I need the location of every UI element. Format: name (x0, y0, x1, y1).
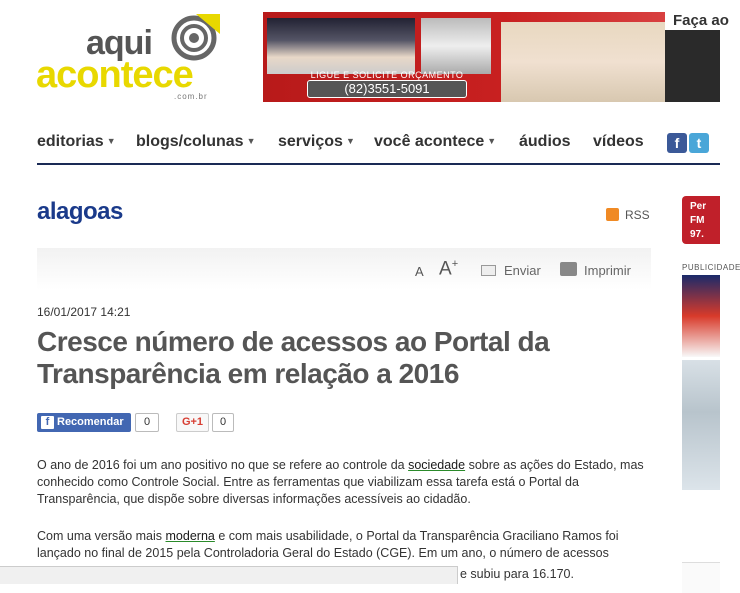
nav-label: serviços (278, 133, 343, 150)
site-logo[interactable]: aqui acontece .com.br (36, 12, 226, 102)
banner-tagline: LIGUE E SOLICITE ORÇAMENTO (310, 70, 464, 80)
nav-label: áudios (519, 133, 571, 150)
google-plus-button[interactable]: G+1 (176, 413, 209, 432)
nav-item-editorias[interactable]: editorias ▼ (37, 133, 116, 151)
increase-font-button[interactable]: A+ (439, 258, 458, 280)
envelope-icon[interactable] (481, 265, 496, 276)
sidebar-ad-photo[interactable] (682, 360, 720, 490)
rss-link[interactable]: RSS (606, 208, 650, 222)
sociedade-link[interactable]: sociedade (408, 458, 465, 472)
facebook-count: 0 (135, 413, 159, 432)
increase-font-plus: + (451, 258, 459, 270)
main-nav: editorias ▼ blogs/colunas ▼ serviços ▼ você… (37, 127, 720, 165)
ad-banner-right[interactable] (665, 30, 720, 102)
logo-domain: .com.br (174, 92, 208, 101)
nav-label: vídeos (593, 133, 644, 150)
nav-label: editorias (37, 133, 104, 150)
horizontal-scrollbar[interactable] (0, 566, 458, 584)
chevron-down-icon: ▼ (345, 136, 355, 146)
twitter-icon[interactable]: t (689, 133, 709, 153)
recommend-label: Recomendar (57, 416, 124, 428)
chevron-down-icon: ▼ (487, 136, 497, 146)
decrease-font-button[interactable]: A (415, 264, 424, 279)
ad-banner[interactable]: LIGUE E SOLICITE ORÇAMENTO (82)3551-5091 (263, 12, 665, 102)
radio-widget[interactable]: Per FM 97. (682, 196, 720, 244)
article-paragraph: Com uma versão mais moderna e com mais u… (37, 528, 653, 562)
nav-label: blogs/colunas (136, 133, 244, 150)
article-paragraph: O ano de 2016 foi um ano positivo no que… (37, 457, 653, 508)
banner-phone: (82)3551-5091 (307, 80, 467, 98)
article-title: Cresce número de acessos ao Portal da Tr… (37, 326, 550, 389)
banner-photo-event (267, 18, 415, 74)
printer-icon[interactable] (560, 262, 577, 276)
google-plus-count: 0 (212, 413, 234, 432)
paragraph-text: O ano de 2016 foi um ano positivo no que… (37, 458, 409, 472)
paragraph-text: Com uma versão mais (37, 529, 166, 543)
increase-font-label: A (439, 258, 452, 280)
nav-item-blogs-colunas[interactable]: blogs/colunas ▼ (136, 133, 256, 151)
sidebar-ad-bottom[interactable] (682, 562, 720, 593)
top-right-text: Faça ao (673, 12, 729, 29)
logo-word-acontece: acontece (36, 54, 194, 96)
facebook-icon[interactable]: f (667, 133, 687, 153)
nav-item-videos[interactable]: vídeos (593, 133, 644, 151)
chevron-down-icon: ▼ (106, 136, 116, 146)
sidebar-ad[interactable] (682, 275, 720, 357)
send-email-button[interactable]: Enviar (504, 263, 541, 278)
article-toolbar: A A+ Enviar Imprimir (37, 248, 651, 290)
rss-icon (606, 208, 619, 221)
article-paragraph-tail: e subiu para 16.170. (460, 567, 574, 581)
article-date: 16/01/2017 14:21 (37, 305, 131, 319)
publicidade-label: PUBLICIDADE (682, 263, 740, 272)
nav-item-servicos[interactable]: serviços ▼ (278, 133, 355, 151)
rss-label: RSS (625, 208, 650, 222)
facebook-icon: f (41, 416, 54, 429)
chevron-down-icon: ▼ (246, 136, 256, 146)
print-button[interactable]: Imprimir (584, 263, 631, 278)
section-title[interactable]: alagoas (37, 198, 123, 226)
nav-label: você acontece (374, 133, 485, 150)
facebook-recommend-button[interactable]: f Recomendar (37, 413, 131, 432)
moderna-link[interactable]: moderna (166, 529, 215, 543)
nav-item-voce-acontece[interactable]: você acontece ▼ (374, 133, 496, 151)
banner-photo-group (501, 22, 665, 102)
banner-photo-team (421, 18, 491, 74)
nav-item-audios[interactable]: áudios (519, 133, 571, 151)
